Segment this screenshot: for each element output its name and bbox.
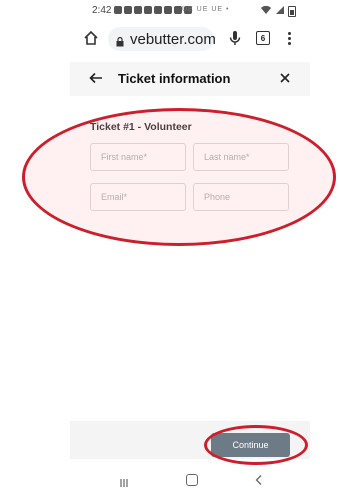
url-text: vebutter.com bbox=[130, 30, 216, 48]
status-right-icons bbox=[260, 5, 296, 17]
notification-icon bbox=[144, 6, 152, 14]
phone-input[interactable] bbox=[193, 183, 289, 211]
recent-apps-icon[interactable] bbox=[119, 475, 129, 487]
home-icon[interactable] bbox=[82, 29, 100, 47]
last-name-input[interactable] bbox=[193, 143, 289, 171]
signal-icon bbox=[275, 5, 285, 17]
status-bar: 2:42 UE UE UE • bbox=[0, 0, 339, 20]
modal-header: Ticket information bbox=[70, 62, 310, 96]
wifi-icon bbox=[260, 5, 272, 17]
ticket-label: Ticket #1 - Volunteer bbox=[90, 121, 192, 133]
system-nav-bar bbox=[0, 468, 339, 491]
notification-icon bbox=[174, 6, 182, 14]
modal-title: Ticket information bbox=[118, 71, 231, 86]
microphone-icon[interactable] bbox=[226, 29, 244, 47]
back-arrow-icon[interactable] bbox=[88, 70, 104, 86]
lock-icon bbox=[116, 34, 124, 47]
email-input[interactable] bbox=[90, 183, 186, 211]
home-nav-icon[interactable] bbox=[186, 474, 198, 486]
close-icon[interactable] bbox=[277, 70, 293, 86]
address-bar[interactable]: vebutter.com bbox=[108, 27, 216, 51]
first-name-input[interactable] bbox=[90, 143, 186, 171]
notification-icon bbox=[164, 6, 172, 14]
overflow-menu-icon[interactable] bbox=[284, 29, 294, 47]
battery-icon bbox=[288, 5, 296, 17]
continue-button[interactable]: Continue bbox=[211, 433, 290, 457]
status-time: 2:42 bbox=[92, 5, 112, 16]
tab-switcher-button[interactable]: 6 bbox=[256, 31, 270, 45]
notification-icon bbox=[124, 6, 132, 14]
modal-footer: Continue bbox=[70, 421, 310, 459]
status-notif-text: UE UE UE • bbox=[182, 6, 230, 13]
notification-icons bbox=[114, 6, 192, 14]
notification-icon bbox=[134, 6, 142, 14]
ticket-modal: Ticket information Ticket #1 - Volunteer bbox=[70, 62, 310, 460]
browser-toolbar: vebutter.com 6 bbox=[0, 22, 339, 58]
notification-icon bbox=[154, 6, 162, 14]
notification-icon bbox=[114, 6, 122, 14]
back-nav-icon[interactable] bbox=[254, 473, 264, 485]
